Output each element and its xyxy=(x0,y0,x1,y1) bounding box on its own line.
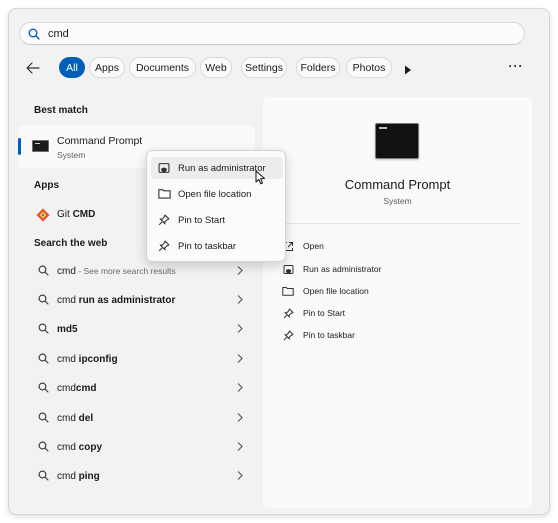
more-filters-button[interactable] xyxy=(404,62,414,75)
search-icon xyxy=(38,470,49,481)
filter-chip-folders[interactable]: Folders xyxy=(296,57,340,78)
action-open-file-location[interactable]: Open file location xyxy=(281,282,369,300)
details-pane: Command Prompt System Open Run as admini… xyxy=(263,97,532,508)
chevron-right-icon xyxy=(237,295,243,304)
action-label: Pin to Start xyxy=(303,308,346,318)
ctx-open-file-location[interactable]: Open file location xyxy=(151,183,283,205)
search-icon xyxy=(38,294,49,305)
action-label: Pin to taskbar xyxy=(303,330,355,340)
web-result-label: cmd ipconfig xyxy=(57,353,118,365)
web-result-item[interactable]: cmdcmd xyxy=(18,375,255,401)
ctx-item-label: Pin to taskbar xyxy=(178,240,237,252)
web-result-item[interactable]: cmd copy xyxy=(18,434,255,460)
shield-admin-icon xyxy=(158,163,170,173)
web-result-label: cmd ping xyxy=(57,470,100,482)
apps-heading: Apps xyxy=(34,180,59,191)
details-divider xyxy=(275,223,520,224)
command-prompt-icon xyxy=(32,140,49,152)
filter-chip-apps[interactable]: Apps xyxy=(89,57,125,78)
chevron-right-icon xyxy=(237,442,243,451)
web-result-label: cmd copy xyxy=(57,441,103,453)
more-options-button[interactable]: ··· xyxy=(506,59,526,77)
web-result-item[interactable]: cmd run as administrator xyxy=(18,287,255,313)
web-result-label: cmd run as administrator xyxy=(57,294,176,306)
pin-icon xyxy=(283,330,293,340)
ctx-item-label: Pin to Start xyxy=(178,214,225,226)
action-pin-to-start[interactable]: Pin to Start xyxy=(281,304,345,322)
app-item-label: Git CMD xyxy=(57,208,96,220)
action-pin-to-taskbar[interactable]: Pin to taskbar xyxy=(281,326,355,344)
web-heading: Search the web xyxy=(34,238,108,249)
play-icon xyxy=(405,65,411,75)
folder-icon xyxy=(158,189,171,199)
chevron-right-icon xyxy=(237,413,243,422)
action-run-as-admin[interactable]: Run as administrator xyxy=(281,260,381,278)
filter-chip-web[interactable]: Web xyxy=(200,57,232,78)
back-button[interactable] xyxy=(24,59,42,77)
search-icon xyxy=(28,28,40,40)
action-label: Run as administrator xyxy=(303,264,382,274)
shield-admin-icon xyxy=(283,264,293,274)
web-result-label: cmd - See more search results xyxy=(57,265,176,277)
best-match-name: Command Prompt xyxy=(57,135,143,147)
action-open[interactable]: Open xyxy=(281,237,324,255)
filter-chip-photos[interactable]: Photos xyxy=(346,57,392,78)
pin-icon xyxy=(158,240,170,252)
web-result-item[interactable]: cmd ping xyxy=(18,463,255,489)
chevron-right-icon xyxy=(237,324,243,333)
pin-icon xyxy=(283,308,293,318)
web-result-item[interactable]: cmd del xyxy=(18,405,255,431)
action-label: Open xyxy=(303,241,324,251)
search-icon xyxy=(38,265,49,276)
pin-icon xyxy=(158,214,170,226)
web-result-item[interactable]: md5 xyxy=(18,316,255,342)
filter-chip-all[interactable]: All xyxy=(59,57,85,78)
ctx-pin-to-taskbar[interactable]: Pin to taskbar xyxy=(151,235,283,257)
action-label: Open file location xyxy=(303,286,369,296)
chevron-right-icon xyxy=(237,471,243,480)
selection-indicator xyxy=(18,138,21,155)
filter-chip-settings[interactable]: Settings xyxy=(241,57,287,78)
git-icon xyxy=(36,208,50,222)
chevron-right-icon xyxy=(237,383,243,392)
arrow-left-icon xyxy=(26,62,40,74)
search-icon xyxy=(38,412,49,423)
context-menu: Run as administrator Open file location … xyxy=(146,150,286,262)
details-title: Command Prompt xyxy=(344,177,451,192)
best-match-type: System xyxy=(57,150,86,160)
search-input[interactable] xyxy=(48,27,488,40)
mouse-cursor-icon xyxy=(255,170,265,185)
web-result-item[interactable]: cmd ipconfig xyxy=(18,346,255,372)
web-result-label: cmdcmd xyxy=(57,382,97,394)
search-icon xyxy=(38,323,49,334)
details-subtitle: System xyxy=(383,196,412,206)
web-result-label: md5 xyxy=(57,323,78,335)
search-box[interactable] xyxy=(19,22,525,45)
command-prompt-large-icon xyxy=(375,123,419,159)
filter-bar: All Apps Documents Web Settings Folders … xyxy=(18,56,538,80)
ctx-pin-to-start[interactable]: Pin to Start xyxy=(151,209,283,231)
ctx-item-label: Run as administrator xyxy=(178,162,266,174)
search-icon xyxy=(38,441,49,452)
search-icon xyxy=(38,353,49,364)
more-icon: ··· xyxy=(508,59,524,73)
search-icon xyxy=(38,382,49,393)
web-result-label: cmd del xyxy=(57,412,94,424)
folder-icon xyxy=(282,287,294,296)
best-match-heading: Best match xyxy=(34,105,88,116)
ctx-item-label: Open file location xyxy=(178,188,252,200)
chevron-right-icon xyxy=(237,266,243,275)
chevron-right-icon xyxy=(237,354,243,363)
filter-chip-documents[interactable]: Documents xyxy=(129,57,196,78)
